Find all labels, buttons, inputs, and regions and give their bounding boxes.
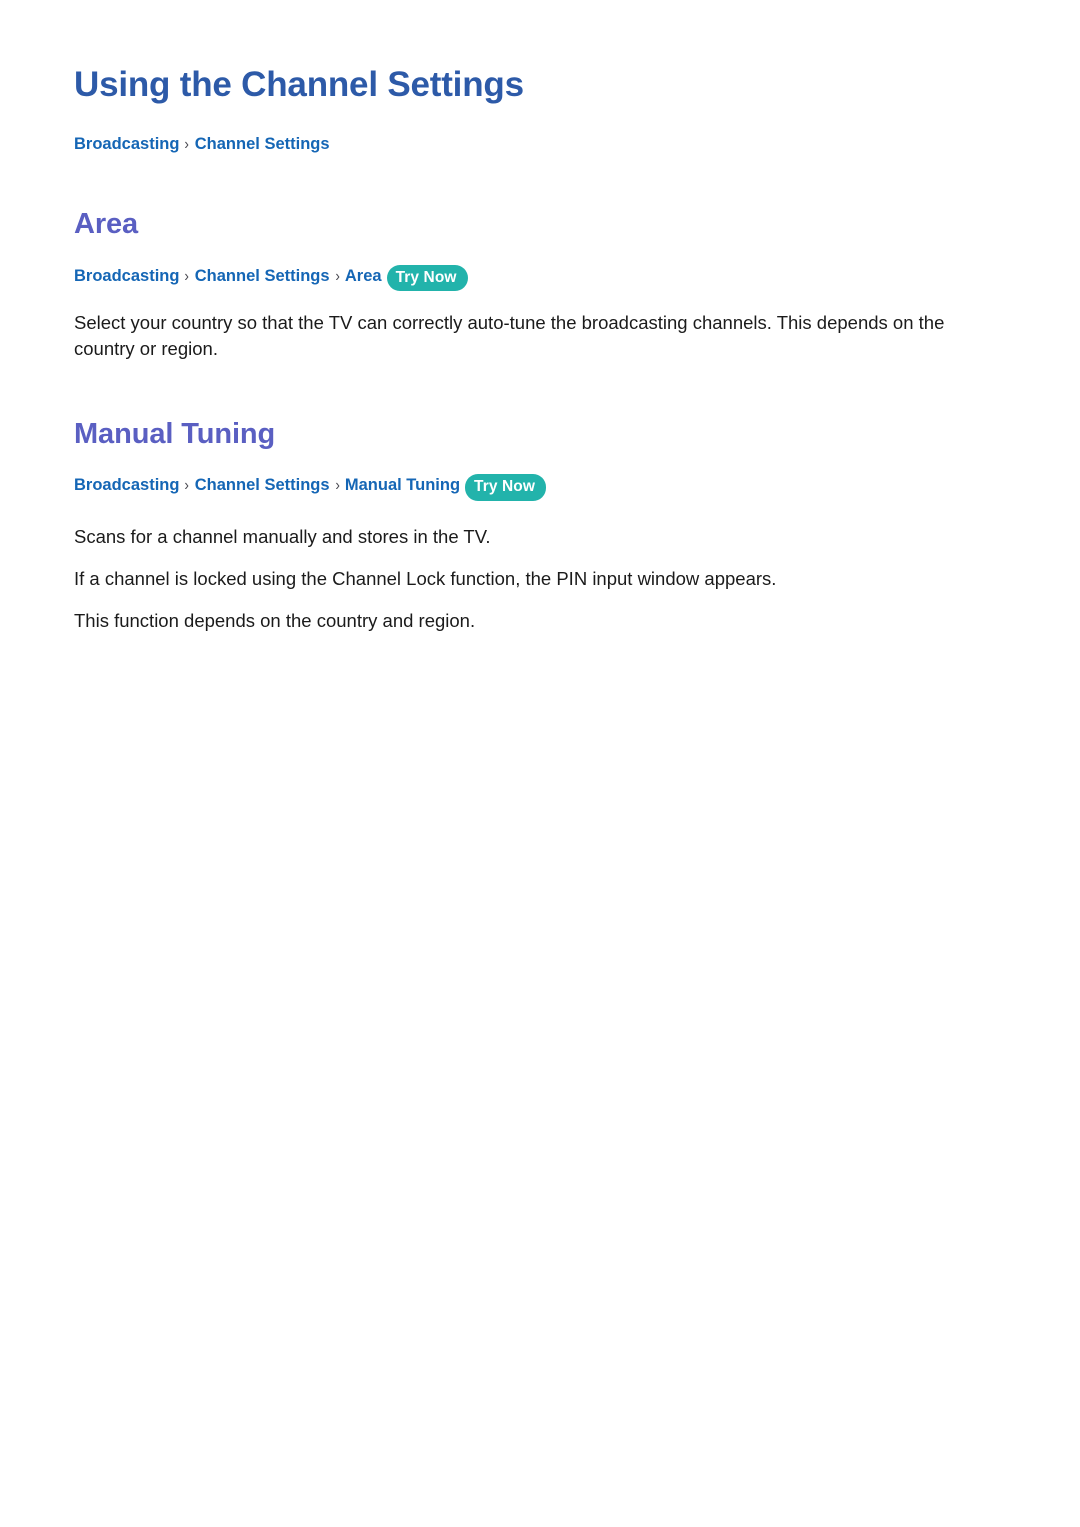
paragraph-area-description: Select your country so that the TV can c…	[74, 312, 945, 360]
chevron-right-icon: ›	[184, 477, 190, 495]
breadcrumb-item-broadcasting[interactable]: Broadcasting	[74, 476, 179, 494]
try-now-badge[interactable]: Try Now	[465, 474, 547, 501]
chevron-right-icon: ›	[184, 135, 190, 153]
paragraph-country-region-note: This function depends on the country and…	[74, 610, 476, 632]
section-heading-manual-tuning: Manual Tuning	[74, 417, 276, 450]
chevron-right-icon: ›	[334, 267, 340, 285]
section-heading-area: Area	[74, 208, 139, 241]
breadcrumb-manual-tuning: Broadcasting › Channel Settings › Manual Tun…	[74, 473, 1006, 501]
page-title: Using the Channel Settings	[74, 65, 524, 104]
breadcrumb-item-broadcasting[interactable]: Broadcasting	[74, 135, 179, 153]
breadcrumb-item-channel-settings[interactable]: Channel Settings	[195, 476, 330, 494]
breadcrumb-item-channel-settings[interactable]: Channel Settings	[195, 135, 330, 153]
paragraph-channel-lock-note: If a channel is locked using the Channel…	[74, 567, 777, 589]
breadcrumb-item-channel-settings[interactable]: Channel Settings	[195, 267, 330, 285]
breadcrumb-item-broadcasting[interactable]: Broadcasting	[74, 267, 179, 285]
chevron-right-icon: ›	[334, 477, 340, 495]
breadcrumb-item-manual-tuning[interactable]: Manual Tuning	[345, 476, 460, 494]
paragraph-scan-description: Scans for a channel manually and stores …	[74, 525, 491, 547]
breadcrumb-area: Broadcasting › Channel Settings › Area Try No…	[74, 264, 1006, 292]
breadcrumb: Broadcasting › Channel Settings	[74, 134, 1006, 156]
chevron-right-icon: ›	[184, 267, 190, 285]
document-page: Using the Channel Settings Broadcasting ›…	[0, 0, 1080, 1527]
breadcrumb-item-area[interactable]: Area	[345, 267, 382, 285]
try-now-badge[interactable]: Try Now	[386, 264, 468, 292]
